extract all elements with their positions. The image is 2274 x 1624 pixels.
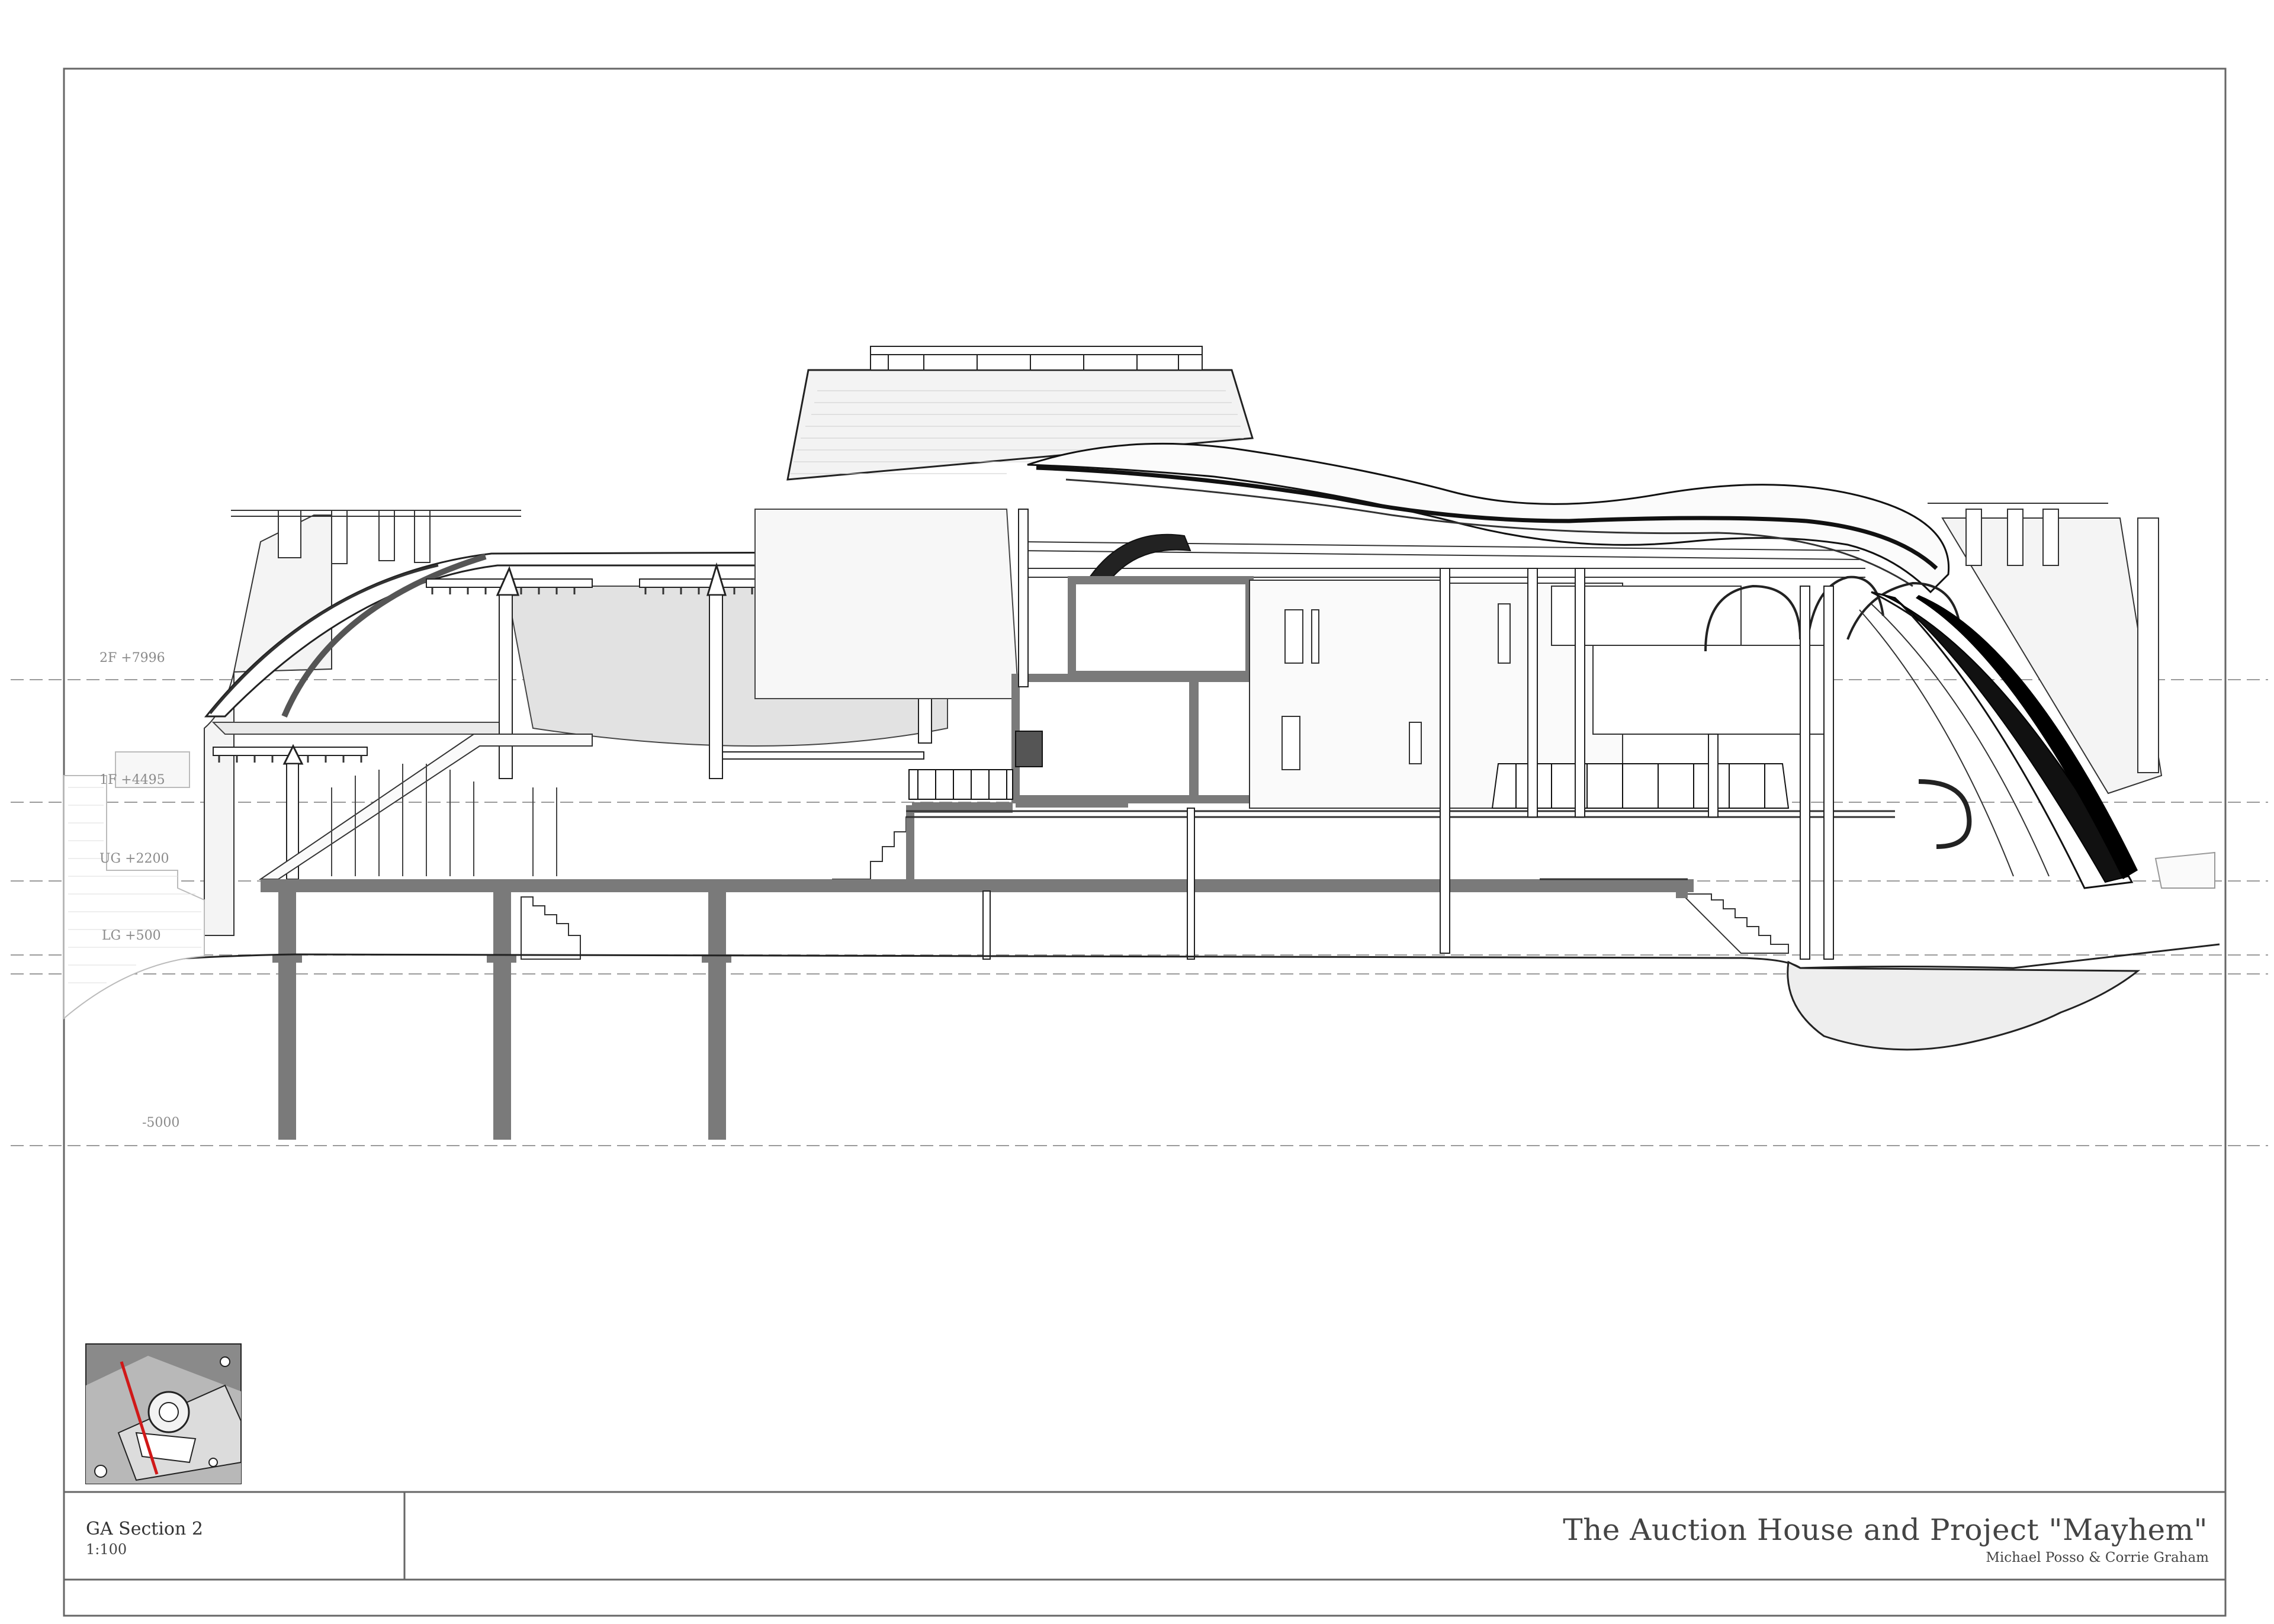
lower-left-fill: [211, 722, 510, 735]
right-stair-lower: [1680, 893, 1789, 954]
section-drawing: [11, 67, 2268, 1617]
level-label-ug: UG +2200: [99, 851, 169, 866]
ground-basin: [1787, 960, 2141, 1051]
level-label-1f: 1F +4495: [99, 773, 165, 787]
level-label-minus5000: -5000: [142, 1115, 180, 1130]
right-background-lines: [2154, 851, 2215, 889]
level-label-2f: 2F +7996: [99, 651, 165, 665]
sheet-frame: [63, 67, 2227, 1617]
central-tower-top: [870, 346, 1203, 371]
drawing-sheet: 2F +7996 1F +4495 UG +2200 LG +500 -5000…: [0, 0, 2274, 1624]
mid-rear-block: [754, 509, 1020, 699]
floor-lines-right: [906, 810, 1895, 880]
left-stair: [521, 896, 581, 960]
right-spiral-stair: [1918, 779, 1972, 849]
center-stair: [832, 816, 913, 880]
right-inner-block: [1592, 645, 1830, 735]
arched-rib-center: [1088, 533, 1191, 584]
project-authors: Michael Posso & Corrie Graham: [1986, 1550, 2209, 1565]
ground-line: [63, 943, 2220, 969]
drawing-scale: 1:100: [86, 1541, 127, 1558]
central-block-rear: [1249, 580, 1446, 809]
left-terrain: [63, 775, 205, 1020]
foundation-piles: [278, 892, 726, 1140]
dark-grille: [1015, 731, 1043, 767]
project-title: The Auction House and Project "Mayhem": [1563, 1513, 2208, 1547]
level-label-lg: LG +500: [102, 928, 161, 943]
site-key-plan-icon: [85, 1343, 242, 1484]
pergola-center: [908, 769, 1013, 800]
drawing-title: GA Section 2: [86, 1519, 203, 1539]
